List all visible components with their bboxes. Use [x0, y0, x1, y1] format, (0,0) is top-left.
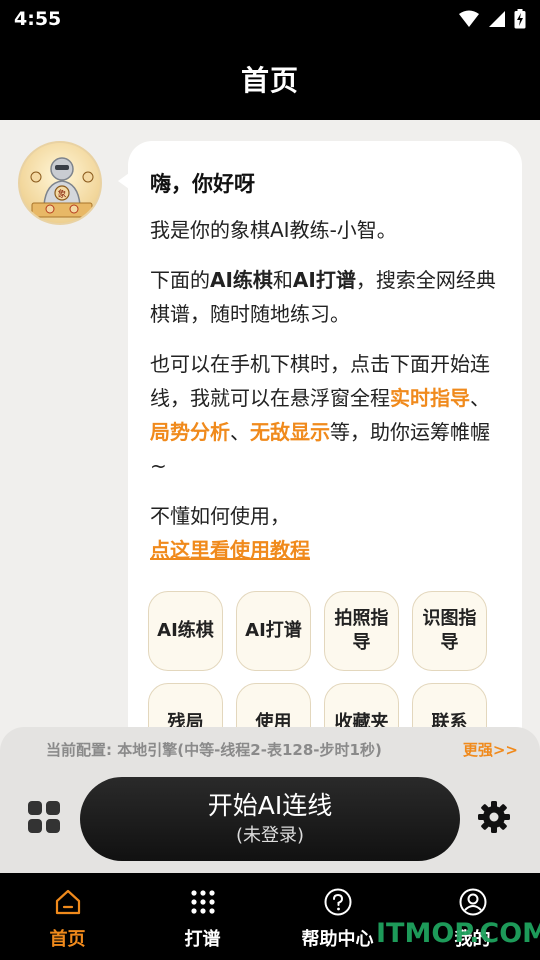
start-ai-connection-button[interactable]: 开始AI连线 (未登录) [80, 777, 460, 861]
invincible-display-highlight: 无敌显示 [250, 420, 330, 444]
nav-record[interactable]: 打谱 [135, 873, 270, 960]
p3-sep1: 、 [470, 386, 490, 410]
help-icon [324, 888, 351, 916]
nav-record-label: 打谱 [184, 929, 221, 950]
nav-home[interactable]: 首页 [0, 873, 135, 960]
ai-record-mention: AI打谱 [292, 268, 356, 292]
wifi-icon [459, 10, 479, 27]
features-paragraph: 下面的AI练棋和AI打谱，搜索全网经典棋谱，随时随地练习。 [150, 263, 500, 331]
coach-avatar[interactable]: 象 [18, 141, 102, 225]
photo-guide-button[interactable]: 拍照指导 [324, 591, 399, 671]
realtime-guidance-highlight: 实时指导 [390, 386, 470, 410]
title-bar: 首页 [0, 38, 540, 120]
gear-icon[interactable] [476, 799, 512, 835]
coach-message-bubble: 嗨，你好呀 我是你的象棋AI教练-小智。 下面的AI练棋和AI打谱，搜索全网经典… [128, 141, 522, 781]
image-recognition-guide-button[interactable]: 识图指导 [412, 591, 487, 671]
login-status: (未登录) [235, 825, 305, 846]
nav-help-label: 帮助中心 [301, 929, 374, 950]
battery-icon [514, 9, 526, 29]
control-panel: 当前配置: 本地引擎(中等-线程2-表128-步时1秒) 更强>> 开始AI连线… [0, 727, 540, 873]
help-paragraph: 不懂如何使用， 点这里看使用教程 [150, 499, 500, 567]
home-icon [55, 889, 80, 915]
upgrade-link[interactable]: 更强>> [463, 739, 518, 760]
p2-and: 和 [272, 268, 293, 292]
ai-training-button[interactable]: AI练棋 [148, 591, 223, 671]
dots-grid-icon [190, 890, 215, 914]
svg-text:象: 象 [57, 188, 66, 200]
status-icons [458, 9, 526, 29]
page-title: 首页 [240, 64, 299, 97]
situation-analysis-highlight: 局势分析 [150, 420, 230, 444]
ai-training-mention: AI练棋 [210, 268, 273, 292]
status-time: 4:55 [14, 8, 62, 30]
cellular-icon [489, 11, 505, 27]
robot-icon: 象 [30, 157, 94, 218]
ai-record-button[interactable]: AI打谱 [236, 591, 311, 671]
intro-text: 我是你的象棋AI教练-小智。 [150, 218, 397, 242]
nav-home-label: 首页 [49, 929, 86, 950]
greeting-text: 嗨，你好呀 [150, 172, 255, 196]
user-icon [459, 888, 486, 916]
start-button-label: 开始AI连线 [207, 791, 333, 820]
help-question: 不懂如何使用， [150, 504, 290, 528]
p2-before: 下面的 [150, 268, 210, 292]
status-bar: 4:55 [0, 0, 540, 38]
engine-config-text: 当前配置: 本地引擎(中等-线程2-表128-步时1秒) [46, 741, 382, 759]
watermark: ITMOP.COM [376, 918, 540, 949]
overlay-paragraph: 也可以在手机下棋时，点击下面开始连线，我就可以在悬浮窗全程实时指导、局势分析、无… [150, 347, 500, 483]
tutorial-link[interactable]: 点这里看使用教程 [150, 533, 500, 567]
p3-sep2: 、 [230, 420, 250, 444]
apps-grid-icon[interactable] [26, 799, 62, 835]
